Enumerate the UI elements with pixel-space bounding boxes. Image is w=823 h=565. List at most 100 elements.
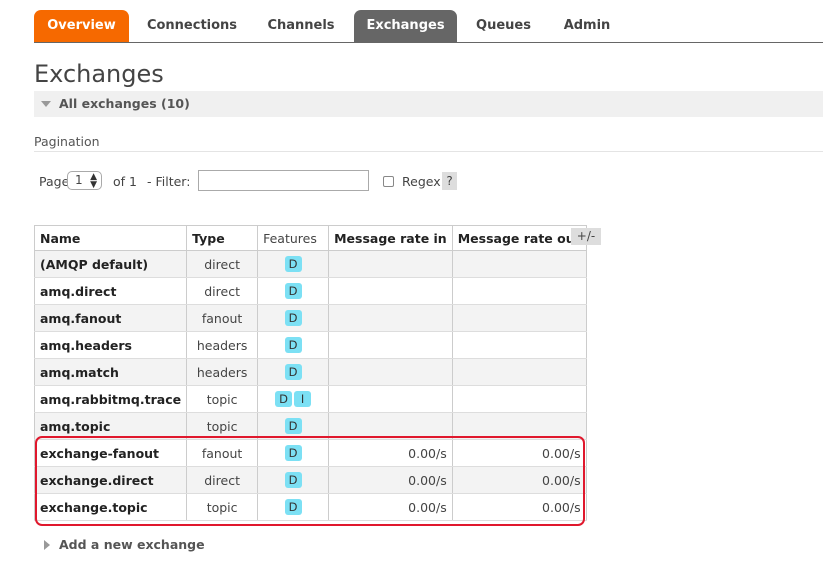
- message-rate-out: [451, 385, 587, 413]
- durable-badge: D: [284, 445, 302, 461]
- exchange-name-link[interactable]: amq.direct: [33, 277, 188, 305]
- exchange-features: D: [257, 466, 330, 494]
- exchange-type: fanout: [186, 304, 259, 332]
- table-row: amq.match headers D: [33, 358, 587, 386]
- message-rate-out: [451, 304, 587, 332]
- message-rate-in: 0.00/s: [328, 493, 453, 521]
- message-rate-in: 0.00/s: [328, 466, 453, 494]
- page-label: Page: [39, 174, 70, 189]
- exchange-name-link[interactable]: amq.headers: [33, 331, 188, 359]
- exchange-type: topic: [186, 385, 259, 413]
- exchange-type: fanout: [186, 439, 259, 467]
- tab-divider: [34, 42, 823, 43]
- internal-badge: I: [294, 391, 312, 407]
- durable-badge: D: [284, 283, 302, 299]
- exchange-type: headers: [186, 331, 259, 359]
- message-rate-in: [328, 277, 453, 305]
- tab-overview[interactable]: Overview: [34, 10, 129, 42]
- table-row: amq.topic topic D: [33, 412, 587, 440]
- durable-badge: D: [284, 364, 302, 380]
- exchange-features: D: [257, 493, 330, 521]
- filter-label: - Filter:: [147, 174, 191, 189]
- regex-checkbox[interactable]: [383, 176, 394, 187]
- tab-exchanges[interactable]: Exchanges: [354, 10, 457, 42]
- message-rate-out: [451, 277, 587, 305]
- regex-help-button[interactable]: ?: [442, 172, 457, 190]
- durable-badge: D: [284, 256, 302, 272]
- column-header-name[interactable]: Name: [33, 225, 188, 251]
- column-header-rate-out[interactable]: Message rate out: [451, 225, 587, 251]
- exchange-features: D: [257, 358, 330, 386]
- exchange-name-link[interactable]: amq.match: [33, 358, 188, 386]
- section-label: All exchanges (10): [59, 96, 190, 111]
- message-rate-in: [328, 304, 453, 332]
- exchange-name-link[interactable]: (AMQP default): [33, 250, 188, 278]
- message-rate-in: [328, 412, 453, 440]
- table-row: amq.fanout fanout D: [33, 304, 587, 332]
- page-title: Exchanges: [34, 60, 164, 88]
- exchanges-table: Name Type Features Message rate in Messa…: [33, 225, 587, 521]
- all-exchanges-section-toggle[interactable]: All exchanges (10): [34, 91, 823, 117]
- exchange-name-link[interactable]: exchange.topic: [33, 493, 188, 521]
- page-count-label: of 1: [113, 174, 137, 189]
- page-select-value: 1: [75, 173, 83, 187]
- message-rate-in: [328, 358, 453, 386]
- message-rate-in: [328, 385, 453, 413]
- message-rate-out: 0.00/s: [451, 493, 587, 521]
- durable-badge: D: [284, 337, 302, 353]
- column-header-features: Features: [257, 225, 330, 251]
- columns-toggle-button[interactable]: +/-: [571, 228, 601, 245]
- table-row: (AMQP default) direct D: [33, 250, 587, 278]
- durable-badge: D: [284, 310, 302, 326]
- table-row: amq.headers headers D: [33, 331, 587, 359]
- message-rate-out: [451, 250, 587, 278]
- tab-connections[interactable]: Connections: [136, 10, 248, 42]
- table-row: exchange.direct direct D 0.00/s 0.00/s: [33, 466, 587, 494]
- durable-badge: D: [275, 391, 293, 407]
- table-row: exchange.topic topic D 0.00/s 0.00/s: [33, 493, 587, 521]
- tab-channels[interactable]: Channels: [256, 10, 346, 42]
- filter-input[interactable]: [198, 170, 369, 191]
- pagination-heading: Pagination: [34, 134, 100, 149]
- table-row: exchange-fanout fanout D 0.00/s 0.00/s: [33, 439, 587, 467]
- durable-badge: D: [284, 499, 302, 515]
- column-header-rate-in[interactable]: Message rate in: [328, 225, 453, 251]
- exchange-name-link[interactable]: amq.fanout: [33, 304, 188, 332]
- message-rate-out: [451, 331, 587, 359]
- message-rate-out: [451, 358, 587, 386]
- exchange-features: D: [257, 250, 330, 278]
- exchange-type: direct: [186, 250, 259, 278]
- tab-queues[interactable]: Queues: [465, 10, 542, 42]
- exchange-features: D: [257, 439, 330, 467]
- select-arrows-icon: ▲ ▼: [90, 172, 97, 190]
- exchange-name-link[interactable]: exchange-fanout: [33, 439, 188, 467]
- table-row: amq.direct direct D: [33, 277, 587, 305]
- exchange-name-link[interactable]: amq.rabbitmq.trace: [33, 385, 188, 413]
- exchange-features: D: [257, 331, 330, 359]
- message-rate-in: 0.00/s: [328, 439, 453, 467]
- column-header-type[interactable]: Type: [186, 225, 259, 251]
- regex-label: Regex: [402, 174, 441, 189]
- exchange-type: topic: [186, 412, 259, 440]
- pagination-divider: [34, 151, 823, 152]
- message-rate-in: [328, 250, 453, 278]
- table-row: amq.rabbitmq.trace topic D I: [33, 385, 587, 413]
- exchange-features: DI: [257, 385, 330, 413]
- table-header-row: Name Type Features Message rate in Messa…: [33, 225, 587, 251]
- durable-badge: D: [284, 418, 302, 434]
- page-select[interactable]: 1 ▲ ▼: [67, 171, 102, 190]
- message-rate-out: [451, 412, 587, 440]
- collapse-triangle-icon: [41, 101, 51, 107]
- exchange-type: topic: [186, 493, 259, 521]
- exchange-type: headers: [186, 358, 259, 386]
- add-new-exchange-label: Add a new exchange: [59, 537, 205, 552]
- expand-triangle-icon: [44, 540, 50, 550]
- tab-admin[interactable]: Admin: [550, 10, 624, 42]
- message-rate-in: [328, 331, 453, 359]
- exchange-features: D: [257, 304, 330, 332]
- durable-badge: D: [284, 472, 302, 488]
- exchange-name-link[interactable]: amq.topic: [33, 412, 188, 440]
- exchange-features: D: [257, 277, 330, 305]
- exchange-type: direct: [186, 277, 259, 305]
- exchange-name-link[interactable]: exchange.direct: [33, 466, 188, 494]
